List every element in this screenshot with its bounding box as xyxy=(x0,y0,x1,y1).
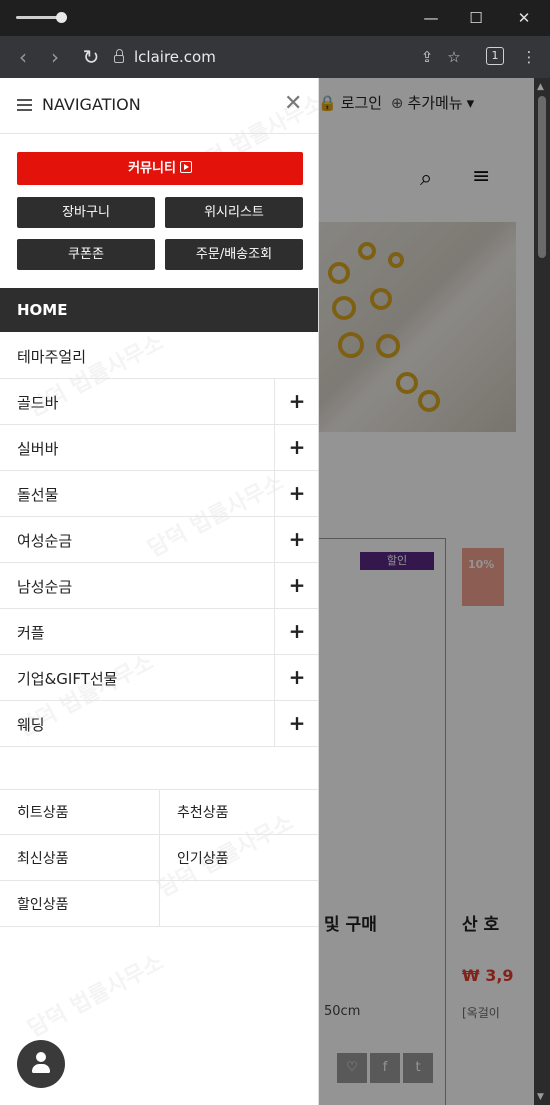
navigation-drawer: 담덕 법률사무소 담덕 법률사무소 담덕 법률사무소 담덕 법률사무소 담덕 법… xyxy=(0,78,319,1105)
expand-plus-icon[interactable]: + xyxy=(274,655,318,700)
more-icon[interactable]: ⋮ xyxy=(517,45,541,69)
menu-item-label: 골드바 xyxy=(17,394,59,412)
menu-item-wedding[interactable]: 웨딩 + xyxy=(0,701,318,747)
close-drawer-icon[interactable]: ✕ xyxy=(284,92,302,116)
home-link[interactable]: HOME xyxy=(0,288,318,332)
quick-link-label: 추천상품 xyxy=(177,805,229,821)
menu-item-label: 웨딩 xyxy=(17,716,45,734)
maximize-icon[interactable]: ☐ xyxy=(462,6,490,30)
quick-link-empty xyxy=(160,881,318,927)
reload-icon[interactable]: ↻ xyxy=(78,44,104,70)
play-icon xyxy=(179,161,192,173)
quick-link-label: 최신상품 xyxy=(17,851,69,867)
hamburger-icon xyxy=(17,99,32,111)
quick-link-label: 히트상품 xyxy=(17,805,69,821)
back-icon[interactable]: ‹ xyxy=(10,44,36,70)
quick-link-newest[interactable]: 최신상품 xyxy=(0,835,160,881)
quick-link-sale[interactable]: 할인상품 xyxy=(0,881,160,927)
menu-item-label: 남성순금 xyxy=(17,578,73,596)
expand-plus-icon[interactable]: + xyxy=(274,471,318,516)
coupon-button[interactable]: 쿠폰존 xyxy=(17,239,155,270)
close-icon[interactable]: ✕ xyxy=(510,6,538,30)
browser-toolbar: ‹ › ↻ lclaire.com ⇪ ☆ ⋮ xyxy=(0,36,550,78)
slider-knob[interactable] xyxy=(56,12,67,23)
cart-button[interactable]: 장바구니 xyxy=(17,197,155,228)
user-avatar-icon[interactable] xyxy=(17,1040,65,1088)
menu-item-gold-bar[interactable]: 골드바 + xyxy=(0,379,318,425)
menu-item-men-gold[interactable]: 남성순금 + xyxy=(0,563,318,609)
expand-plus-icon[interactable]: + xyxy=(274,563,318,608)
wishlist-button[interactable]: 위시리스트 xyxy=(165,197,303,228)
drawer-header: NAVIGATION ✕ xyxy=(0,78,318,134)
quick-link-label: 인기상품 xyxy=(177,851,229,867)
menu-item-label: 테마주얼리 xyxy=(17,348,87,366)
window-titlebar: — ☐ ✕ xyxy=(0,0,550,36)
menu-item-silver-bar[interactable]: 실버바 + xyxy=(0,425,318,471)
menu-item-theme-jewelry[interactable]: 테마주얼리 xyxy=(0,333,318,379)
menu-item-corporate-gift[interactable]: 기업&GIFT선물 + xyxy=(0,655,318,701)
expand-plus-icon[interactable]: + xyxy=(274,425,318,470)
drawer-title: NAVIGATION xyxy=(42,95,141,114)
menu-item-label: 돌선물 xyxy=(17,486,59,504)
community-button[interactable]: 커뮤니티 xyxy=(17,152,303,185)
quick-link-label: 할인상품 xyxy=(17,897,69,913)
expand-plus-icon[interactable]: + xyxy=(274,379,318,424)
tabs-icon[interactable]: 1 xyxy=(486,47,504,65)
lock-icon xyxy=(114,49,124,63)
menu-item-baby-gift[interactable]: 돌선물 + xyxy=(0,471,318,517)
scrollbar-thumb[interactable] xyxy=(538,96,546,258)
forward-icon[interactable]: › xyxy=(42,44,68,70)
quick-link-recommended[interactable]: 추천상품 xyxy=(160,789,318,835)
address-bar[interactable]: lclaire.com xyxy=(114,43,344,71)
menu-item-women-gold[interactable]: 여성순금 + xyxy=(0,517,318,563)
menu-item-label: 여성순금 xyxy=(17,532,73,550)
scroll-down-icon[interactable]: ▼ xyxy=(537,1092,544,1102)
expand-plus-icon[interactable]: + xyxy=(274,701,318,746)
menu-item-label: 실버바 xyxy=(17,440,59,458)
menu-item-label: 기업&GIFT선물 xyxy=(17,670,118,688)
menu-item-label: 커플 xyxy=(17,624,45,642)
order-tracking-button[interactable]: 주문/배송조회 xyxy=(165,239,303,270)
quick-link-hit[interactable]: 히트상품 xyxy=(0,789,160,835)
quick-link-popular[interactable]: 인기상품 xyxy=(160,835,318,881)
community-label: 커뮤니티 xyxy=(128,161,176,176)
menu-item-couple[interactable]: 커플 + xyxy=(0,609,318,655)
share-icon[interactable]: ⇪ xyxy=(415,45,439,69)
scroll-up-icon[interactable]: ▲ xyxy=(537,82,544,92)
minimize-icon[interactable]: — xyxy=(417,6,445,30)
url-text: lclaire.com xyxy=(134,48,216,66)
bookmark-icon[interactable]: ☆ xyxy=(442,45,466,69)
expand-plus-icon[interactable]: + xyxy=(274,609,318,654)
expand-plus-icon[interactable]: + xyxy=(274,517,318,562)
